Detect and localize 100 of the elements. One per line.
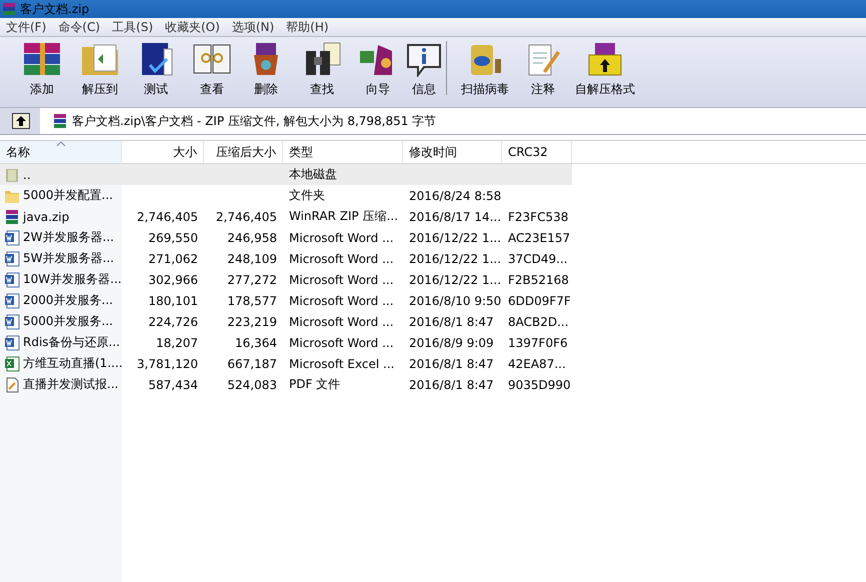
word-document-icon	[4, 292, 20, 308]
file-name-cell: 10W并发服务器...	[0, 269, 122, 290]
table-cell-text: 302,966	[147, 272, 199, 288]
table-cell-text: 246,958	[226, 230, 278, 246]
file-row[interactable]: 10W并发服务器... 302,966 277,272 Microsoft Word ... 2016/12/22 1... F2B52168	[0, 269, 572, 290]
table-cell-text: 2016/12/22 1...	[408, 272, 502, 288]
window-title: 客户文档.zip	[20, 0, 90, 18]
table-cell-text: F2B52168	[507, 272, 570, 288]
table-cell-text: 2016/8/24 8:58	[408, 188, 502, 204]
pdf-document-icon	[4, 376, 20, 392]
table-cell-text: 2016/12/22 1...	[408, 230, 502, 246]
table-cell-text: 223,219	[226, 314, 278, 330]
table-cell-text: 271,062	[147, 250, 199, 268]
table-cell-text: 180,101	[147, 292, 199, 310]
menu-item[interactable]: 工具(S)	[106, 18, 159, 36]
table-cell-text: 2016/8/1 8:47	[408, 356, 495, 372]
table-cell-text: 2,746,405	[214, 208, 278, 226]
table-cell-text: 18,207	[155, 334, 199, 352]
toolbar-button[interactable]: 测试	[128, 41, 184, 99]
file-name-cell: ..	[0, 164, 122, 185]
archive-icon	[52, 113, 68, 129]
table-cell-text: 667,187	[226, 356, 278, 372]
table-cell-text: 6DD09F7F	[507, 292, 572, 310]
table-cell-text: 16,364	[234, 334, 278, 352]
file-name-cell: 直播并发测试报...	[0, 374, 122, 395]
table-cell-text: 2016/8/17 14...	[408, 208, 502, 226]
toolbar-button[interactable]: 删除	[240, 41, 292, 99]
table-cell-text: 9035D990	[507, 376, 572, 394]
toolbar-button[interactable]: 注释	[519, 41, 567, 99]
table-cell-text: 178,577	[226, 292, 278, 310]
file-row[interactable]: 5000并发配置... 文件夹 2016/8/24 8:58	[0, 185, 572, 206]
path-text: 客户文档.zip\客户文档 - ZIP 压缩文件, 解包大小为 8,798,851 字节	[72, 112, 436, 130]
table-cell-text: 2,746,405	[136, 208, 199, 226]
table-cell-text: 37CD49...	[507, 250, 569, 268]
up-arrow-icon	[15, 115, 27, 127]
table-cell-text: 248,109	[226, 250, 278, 268]
toolbar-button[interactable]: 扫描病毒	[451, 41, 519, 99]
menu-item[interactable]: 文件(F)	[0, 18, 52, 36]
toolbar-button[interactable]: 信息	[404, 41, 444, 99]
table-cell-text: Microsoft Word ...	[288, 314, 395, 330]
file-row[interactable]: 5W并发服务器... 271,062 248,109 Microsoft Word ... 2016/12/22 1... 37CD49...	[0, 248, 572, 269]
table-cell-text: 2016/8/9 9:09	[408, 334, 495, 352]
archive-icon	[4, 208, 20, 224]
file-name-cell: 2000并发服务...	[0, 290, 122, 311]
file-row[interactable]: Rdis备份与还原... 18,207 16,364 Microsoft Word ... 2016/8/9 9:09 1397F0F6	[0, 332, 572, 353]
word-document-icon	[4, 334, 20, 350]
file-row[interactable]: 2000并发服务... 180,101 178,577 Microsoft Word ... 2016/8/10 9:50 6DD09F7F	[0, 290, 572, 311]
menu-item[interactable]: 选项(N)	[226, 18, 280, 36]
file-name-cell: 2W并发服务器...	[0, 227, 122, 248]
table-cell-text: F23FC538	[507, 208, 570, 226]
spreadsheet-icon	[4, 356, 20, 372]
table-cell-text: 1397F0F6	[507, 334, 569, 352]
table-cell-text: Microsoft Excel ...	[288, 356, 396, 372]
table-cell-text: 3,781,120	[136, 356, 199, 372]
file-row[interactable]: 直播并发测试报... 587,434 524,083 PDF 文件 2016/8/1 8:47 9035D990	[0, 374, 572, 395]
table-cell-text: 2016/8/10 9:50	[408, 292, 502, 310]
menu-item[interactable]: 命令(C)	[52, 18, 106, 36]
file-name-cell: 方维互动直播(1....	[0, 353, 122, 374]
file-row[interactable]: .. 本地磁盘	[0, 164, 572, 185]
word-document-icon	[4, 272, 20, 288]
file-row[interactable]: 方维互动直播(1.... 3,781,120 667,187 Microsoft Excel ... 2016/8/1 8:47 42EA87...	[0, 353, 572, 374]
file-row[interactable]: java.zip 2,746,405 2,746,405 WinRAR ZIP 压缩... 2016/8/17 14... F23FC538	[0, 206, 572, 227]
table-cell-text: 524,083	[226, 376, 278, 394]
toolbar-button[interactable]: 解压到	[72, 41, 128, 99]
toolbar-button[interactable]: 向导	[352, 41, 404, 99]
path-field[interactable]: 客户文档.zip\客户文档 - ZIP 压缩文件, 解包大小为 8,798,851 字节	[40, 108, 866, 134]
table-cell-text: Microsoft Word ...	[288, 230, 395, 246]
table-cell-text: 8ACB2D...	[507, 314, 570, 330]
table-cell-text: 587,434	[147, 376, 199, 394]
file-name-cell: java.zip	[0, 206, 122, 227]
table-cell-text: 本地磁盘	[288, 166, 338, 183]
toolbar-button[interactable]: 添加	[12, 41, 72, 99]
table-cell-text: Microsoft Word ...	[288, 292, 395, 310]
toolbar-button[interactable]: 自解压格式	[567, 41, 643, 99]
file-name-cell: Rdis备份与还原...	[0, 332, 122, 353]
table-cell-text: 224,726	[147, 314, 199, 330]
table-cell-text: Microsoft Word ...	[288, 250, 395, 268]
table-cell-text: AC23E157	[507, 230, 572, 246]
table-cell-text: 2016/8/1 8:47	[408, 376, 495, 394]
table-cell-text: Microsoft Word ...	[288, 272, 395, 288]
app-icon	[2, 2, 16, 16]
table-cell-text: 2016/12/22 1...	[408, 250, 502, 268]
table-cell-text: 42EA87...	[507, 356, 567, 372]
file-row[interactable]: 2W并发服务器... 269,550 246,958 Microsoft Word ... 2016/12/22 1... AC23E157	[0, 227, 572, 248]
table-cell-text: Microsoft Word ...	[288, 334, 395, 352]
table-cell-text: 2016/8/1 8:47	[408, 314, 495, 330]
table-cell-text: 文件夹	[288, 187, 326, 204]
menu-item[interactable]: 帮助(H)	[280, 18, 335, 36]
word-document-icon	[4, 314, 20, 330]
file-row[interactable]: 5000并发服务... 224,726 223,219 Microsoft Word ... 2016/8/1 8:47 8ACB2D...	[0, 311, 572, 332]
table-cell-text: PDF 文件	[288, 376, 342, 393]
up-button[interactable]	[12, 113, 30, 129]
menu-item[interactable]: 收藏夹(O)	[159, 18, 226, 36]
table-cell-text: 277,272	[226, 272, 278, 288]
table-cell-text: WinRAR ZIP 压缩...	[288, 208, 400, 225]
word-document-icon	[4, 230, 20, 246]
column-header[interactable]: 名称	[0, 141, 122, 163]
toolbar-button[interactable]: 查找	[292, 41, 352, 99]
toolbar-button[interactable]: 查看	[184, 41, 240, 99]
file-name-cell: 5000并发配置...	[0, 185, 122, 206]
